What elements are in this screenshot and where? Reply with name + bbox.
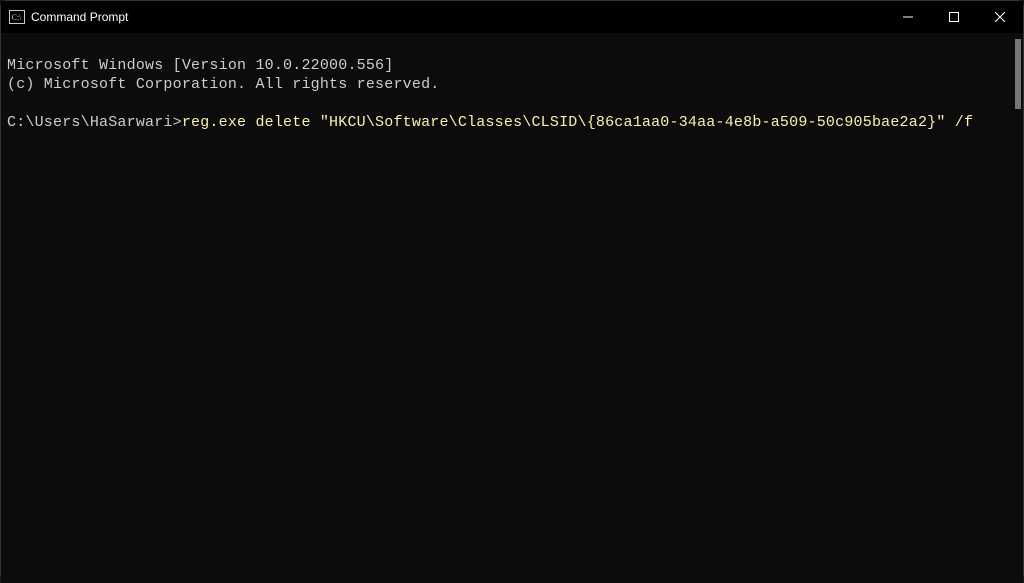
window-controls bbox=[885, 1, 1023, 33]
titlebar-left: C:\ Command Prompt bbox=[9, 9, 128, 25]
command-prompt-icon: C:\ bbox=[9, 9, 25, 25]
terminal-area[interactable]: Microsoft Windows [Version 10.0.22000.55… bbox=[1, 33, 1023, 583]
scrollbar-thumb[interactable] bbox=[1015, 39, 1021, 109]
minimize-button[interactable] bbox=[885, 1, 931, 33]
prompt-path: C:\Users\HaSarwari> bbox=[7, 113, 182, 132]
copyright-line: (c) Microsoft Corporation. All rights re… bbox=[7, 76, 439, 93]
maximize-button[interactable] bbox=[931, 1, 977, 33]
close-button[interactable] bbox=[977, 1, 1023, 33]
window-title: Command Prompt bbox=[31, 10, 128, 24]
svg-text:C:\: C:\ bbox=[12, 13, 23, 22]
typed-command: reg.exe delete "HKCU\Software\Classes\CL… bbox=[182, 113, 973, 132]
version-line: Microsoft Windows [Version 10.0.22000.55… bbox=[7, 57, 393, 74]
titlebar[interactable]: C:\ Command Prompt bbox=[1, 1, 1023, 33]
